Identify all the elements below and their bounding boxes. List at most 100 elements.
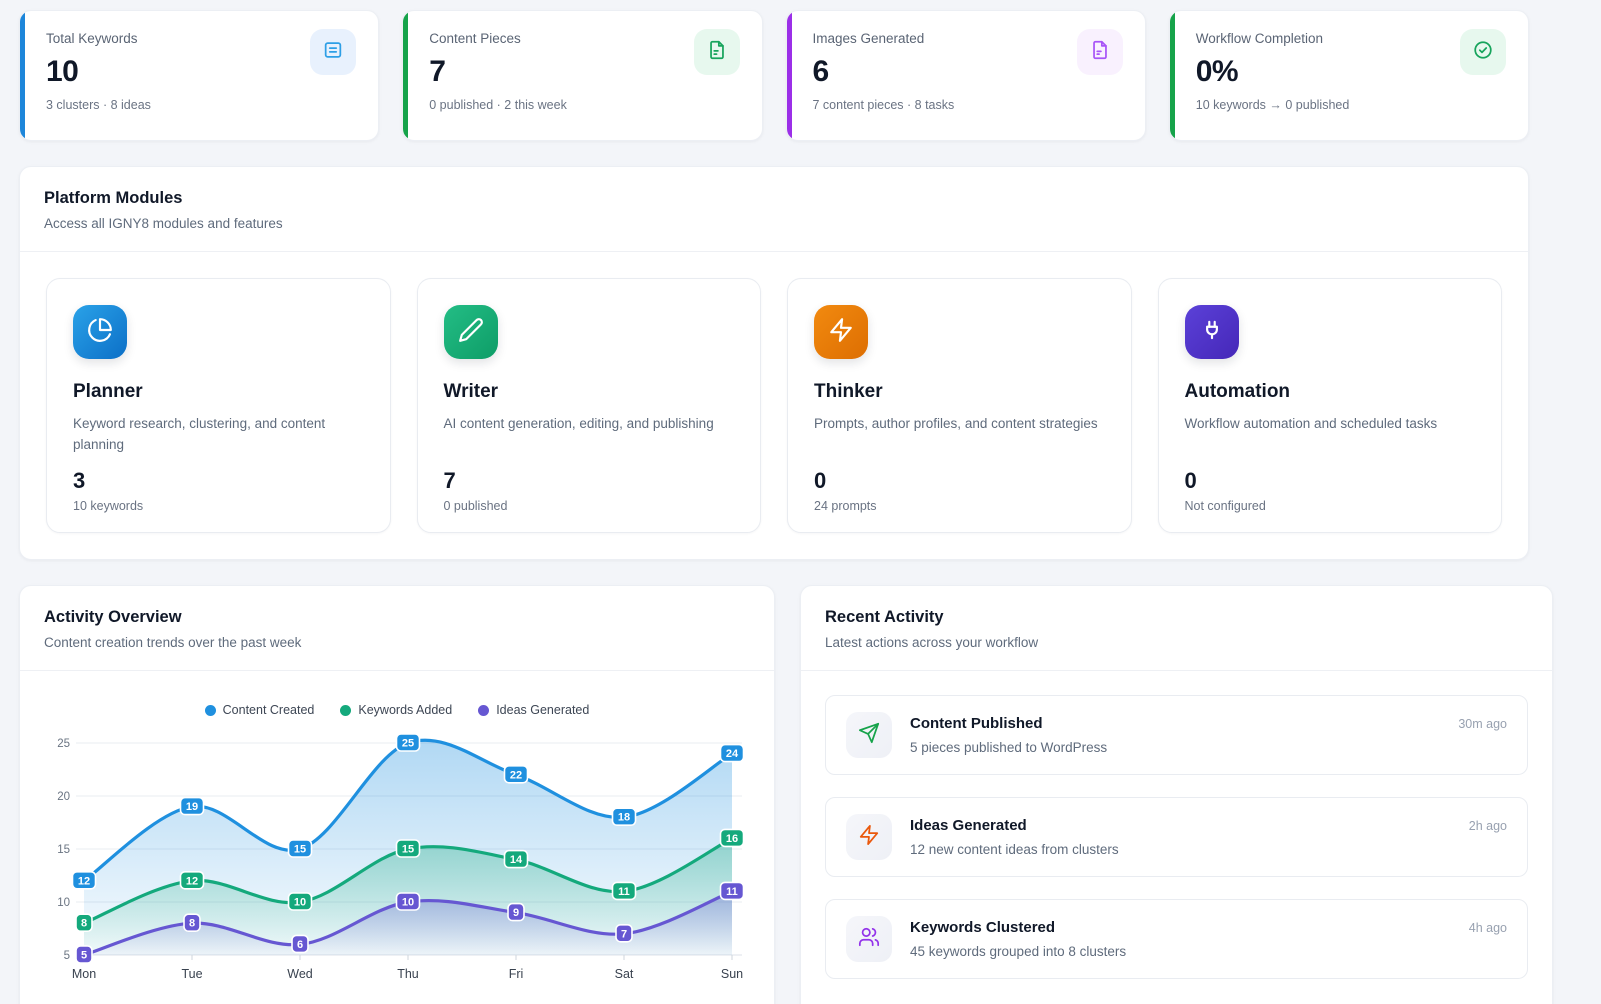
module-icon-chip [814, 305, 868, 359]
file-image-icon [1089, 39, 1111, 66]
svg-text:10: 10 [294, 897, 306, 909]
svg-text:7: 7 [621, 928, 627, 940]
activity-overview-header: Activity Overview Content creation trend… [20, 586, 774, 671]
stat-icon-chip [694, 29, 740, 75]
svg-text:8: 8 [189, 918, 195, 930]
dashboard-page: Total Keywords 10 3 clusters · 8 ideas C… [0, 0, 1553, 1004]
module-description: AI content generation, editing, and publ… [444, 414, 735, 456]
module-icon-chip [444, 305, 498, 359]
stat-subtext: 3 clusters · 8 ideas [46, 98, 356, 112]
section-title: Platform Modules [44, 189, 1504, 208]
activity-title: Content Published [910, 715, 1043, 732]
activity-time: 30m ago [1458, 717, 1507, 731]
pie-chart-icon [87, 317, 113, 348]
stat-icon-chip [310, 29, 356, 75]
module-card-thinker[interactable]: Thinker Prompts, author profiles, and co… [787, 278, 1132, 533]
lightning-icon [828, 317, 854, 348]
activity-item-main: Keywords Clustered 4h ago 45 keywords gr… [910, 919, 1507, 959]
module-value: 7 [444, 468, 735, 494]
stat-icon-chip [1460, 29, 1506, 75]
activity-overview-panel: Activity Overview Content creation trend… [19, 585, 775, 1004]
activity-title: Ideas Generated [910, 817, 1027, 834]
legend-dot [340, 705, 351, 716]
activity-item-content-published: Content Published 30m ago 5 pieces publi… [825, 695, 1528, 775]
activity-title: Keywords Clustered [910, 919, 1055, 936]
activity-list: Content Published 30m ago 5 pieces publi… [801, 671, 1552, 1003]
legend-item[interactable]: Keywords Added [340, 703, 452, 717]
module-description: Prompts, author profiles, and content st… [814, 414, 1105, 456]
accent-stripe [403, 11, 408, 140]
activity-time: 4h ago [1469, 921, 1507, 935]
module-subtext: Not configured [1185, 499, 1476, 513]
accent-stripe [20, 11, 25, 140]
activity-icon-chip [846, 916, 892, 962]
svg-text:24: 24 [726, 748, 739, 760]
stat-label: Content Pieces [429, 31, 739, 46]
stat-value: 7 [429, 55, 739, 89]
legend-item[interactable]: Content Created [205, 703, 315, 717]
activity-time: 2h ago [1469, 819, 1507, 833]
section-subtitle: Access all IGNY8 modules and features [44, 216, 1504, 231]
module-card-planner[interactable]: Planner Keyword research, clustering, an… [46, 278, 391, 533]
platform-modules-panel: Platform Modules Access all IGNY8 module… [19, 166, 1529, 560]
activity-item-main: Ideas Generated 2h ago 12 new content id… [910, 817, 1507, 857]
module-subtext: 0 published [444, 499, 735, 513]
svg-text:5: 5 [81, 950, 87, 962]
stat-subtext: 7 content pieces · 8 tasks [813, 98, 1123, 112]
module-subtext: 24 prompts [814, 499, 1105, 513]
stat-icon-chip [1077, 29, 1123, 75]
activity-icon-chip [846, 814, 892, 860]
module-subtext: 10 keywords [73, 499, 364, 513]
section-subtitle: Latest actions across your workflow [825, 635, 1528, 650]
svg-text:15: 15 [57, 844, 70, 856]
stat-card-content-pieces: Content Pieces 7 0 published · 2 this we… [402, 10, 762, 141]
chart-legend: Content Created Keywords Added Ideas Gener… [40, 703, 754, 717]
module-card-writer[interactable]: Writer AI content generation, editing, a… [417, 278, 762, 533]
activity-item-main: Content Published 30m ago 5 pieces publi… [910, 715, 1507, 755]
svg-text:Sun: Sun [721, 967, 743, 981]
recent-activity-panel: Recent Activity Latest actions across yo… [800, 585, 1553, 1004]
stat-card-workflow-completion: Workflow Completion 0% 10 keywords → 0 p… [1169, 10, 1529, 141]
module-name: Writer [444, 381, 735, 403]
check-circle-icon [1472, 39, 1494, 66]
module-description: Keyword research, clustering, and conten… [73, 414, 364, 456]
svg-text:19: 19 [186, 801, 198, 813]
stats-row: Total Keywords 10 3 clusters · 8 ideas C… [19, 10, 1529, 141]
module-value: 0 [814, 468, 1105, 494]
svg-text:Fri: Fri [509, 967, 524, 981]
module-icon-chip [73, 305, 127, 359]
activity-description: 45 keywords grouped into 8 clusters [910, 944, 1507, 959]
svg-text:12: 12 [186, 875, 198, 887]
activity-description: 5 pieces published to WordPress [910, 740, 1507, 755]
module-description: Workflow automation and scheduled tasks [1185, 414, 1476, 456]
svg-text:6: 6 [297, 939, 303, 951]
module-card-automation[interactable]: Automation Workflow automation and sched… [1158, 278, 1503, 533]
module-name: Planner [73, 381, 364, 403]
pencil-icon [458, 317, 484, 348]
svg-text:Mon: Mon [72, 967, 96, 981]
activity-item-ideas-generated: Ideas Generated 2h ago 12 new content id… [825, 797, 1528, 877]
svg-text:5: 5 [64, 950, 70, 962]
accent-stripe [1170, 11, 1175, 140]
legend-item[interactable]: Ideas Generated [478, 703, 589, 717]
bottom-row: Activity Overview Content creation trend… [19, 560, 1529, 1004]
svg-text:25: 25 [402, 738, 414, 750]
section-subtitle: Content creation trends over the past we… [44, 635, 750, 650]
users-icon [858, 926, 880, 953]
stat-card-total-keywords: Total Keywords 10 3 clusters · 8 ideas [19, 10, 379, 141]
plug-icon [1199, 317, 1225, 348]
recent-activity-header: Recent Activity Latest actions across yo… [801, 586, 1552, 671]
stat-subtext: 10 keywords → 0 published [1196, 98, 1506, 112]
activity-description: 12 new content ideas from clusters [910, 842, 1507, 857]
svg-text:18: 18 [618, 812, 630, 824]
chart-area: Content Created Keywords Added Ideas Gener… [20, 671, 774, 991]
activity-item-keywords-clustered: Keywords Clustered 4h ago 45 keywords gr… [825, 899, 1528, 979]
section-title: Activity Overview [44, 608, 750, 627]
module-name: Thinker [814, 381, 1105, 403]
list-icon [322, 39, 344, 66]
svg-text:Sat: Sat [615, 967, 634, 981]
stat-card-images-generated: Images Generated 6 7 content pieces · 8 … [786, 10, 1146, 141]
section-title: Recent Activity [825, 608, 1528, 627]
accent-stripe [787, 11, 792, 140]
svg-text:8: 8 [81, 918, 87, 930]
